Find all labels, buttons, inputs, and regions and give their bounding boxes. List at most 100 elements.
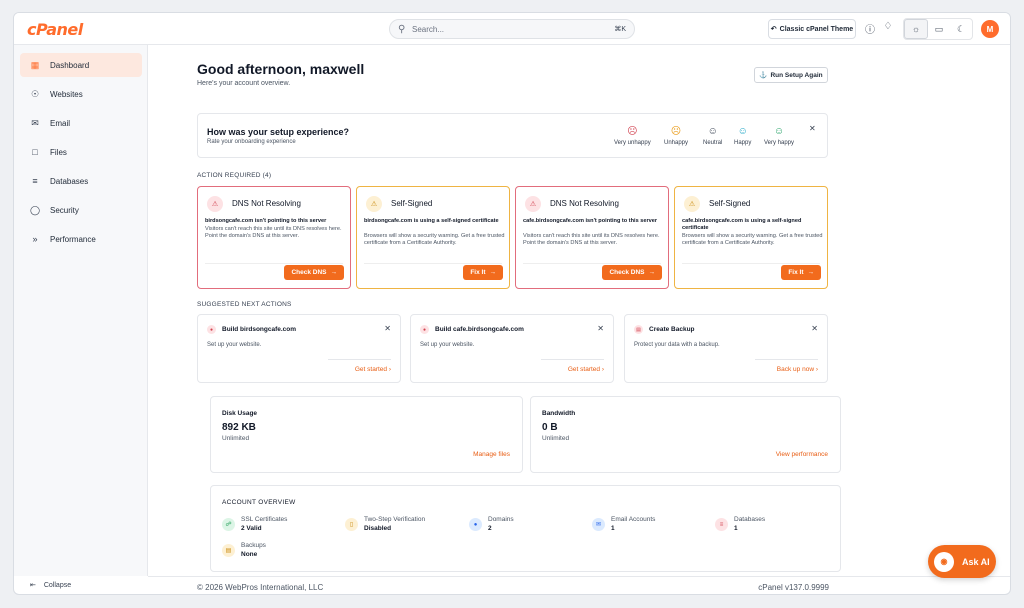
sidebar-item-label: Dashboard: [50, 60, 90, 70]
bandwidth-card: Bandwidth 0 B Unlimited View performance: [530, 396, 841, 473]
divider: [523, 263, 661, 264]
fix-it-button[interactable]: Fix It →: [781, 265, 821, 280]
close-icon[interactable]: ✕: [384, 324, 391, 333]
very-happy-face-icon: ☺: [773, 126, 785, 137]
bell-icon[interactable]: ♢: [881, 21, 895, 32]
arrow-right-icon: →: [648, 269, 656, 276]
sidebar-item-label: Performance: [50, 234, 96, 244]
bandwidth-label: Bandwidth: [542, 410, 576, 417]
sidebar-item-performance[interactable]: » Performance: [20, 227, 142, 251]
collapse-button[interactable]: ⇤ Collapse: [30, 581, 72, 590]
version: cPanel v137.0.9999: [758, 583, 829, 592]
check-dns-button[interactable]: Check DNS →: [284, 265, 344, 280]
suggested-card-title: Create Backup: [649, 326, 695, 333]
sidebar-item-email[interactable]: ✉ Email: [20, 111, 142, 135]
action-card-body: Visitors can't reach this site until its…: [205, 226, 342, 239]
sidebar-item-databases[interactable]: ≡ Databases: [20, 169, 142, 193]
manage-files-link[interactable]: Manage files: [473, 451, 510, 458]
rating-very-unhappy[interactable]: ☹ Very unhappy: [614, 126, 651, 146]
sidebar-item-dashboard[interactable]: ▦ Dashboard: [20, 53, 142, 77]
monitor-icon[interactable]: ▭: [928, 19, 950, 39]
suggested-card-desc: Protect your data with a backup.: [634, 342, 720, 348]
fast-forward-icon: »: [32, 234, 38, 244]
sidebar-item-label: Security: [50, 205, 79, 215]
search-input[interactable]: ⚲ Search... ⌘K: [389, 19, 635, 39]
get-started-link[interactable]: Get started ›: [355, 366, 391, 373]
suggested-card-desc: Set up your website.: [207, 342, 262, 348]
chevron-right-icon: ›: [815, 366, 818, 373]
action-card-title: Self-Signed: [391, 199, 433, 208]
database-icon: ≡: [715, 518, 728, 531]
unhappy-face-icon: ☹: [670, 126, 682, 137]
action-card-body: Browsers will show a security warning. G…: [364, 233, 505, 246]
neutral-face-icon: ☺: [707, 126, 718, 137]
collapse-label: Collapse: [43, 581, 72, 589]
sidebar-item-files[interactable]: □ Files: [20, 140, 142, 164]
sun-icon[interactable]: ☼: [904, 19, 928, 39]
globe-icon: ●: [420, 325, 429, 334]
globe-icon: ●: [207, 325, 216, 334]
app-window: cPanel ⚲ Search... ⌘K ↶ Classic cPanel T…: [13, 12, 1011, 595]
rating-very-happy[interactable]: ☺ Very happy: [764, 126, 794, 146]
close-icon[interactable]: ✕: [597, 324, 604, 333]
view-performance-link[interactable]: View performance: [776, 451, 828, 458]
rating-happy[interactable]: ☺ Happy: [734, 126, 751, 146]
help-icon[interactable]: ⓘ: [863, 21, 877, 36]
search-placeholder: Search...: [412, 25, 445, 34]
happy-face-icon: ☺: [737, 126, 748, 137]
close-icon[interactable]: ✕: [809, 124, 816, 133]
account-overview-label: ACCOUNT OVERVIEW: [222, 499, 296, 506]
ask-ai-button[interactable]: ◉ Ask AI: [928, 545, 996, 578]
feedback-subtitle: Rate your onboarding experience: [207, 139, 296, 145]
back-arrow-icon: ↶: [770, 26, 777, 33]
backup-icon: ▤: [634, 325, 643, 334]
action-card: ⚠ DNS Not Resolving birdsongcafe.com isn…: [197, 186, 351, 289]
page-title: Good afternoon, maxwell: [197, 61, 365, 77]
divider: [364, 263, 502, 264]
alert-icon: ⚠: [525, 196, 541, 212]
divider: [328, 359, 391, 360]
rating-neutral[interactable]: ☺ Neutral: [703, 126, 722, 146]
arrow-right-icon: →: [489, 269, 497, 276]
sidebar-item-label: Email: [50, 118, 71, 128]
sidebar-item-websites[interactable]: ☉ Websites: [20, 82, 142, 106]
account-overview-card: ACCOUNT OVERVIEW ☍ SSL Certificates 2 Va…: [210, 485, 841, 572]
sidebar-item-label: Files: [50, 147, 67, 157]
cpanel-logo[interactable]: cPanel: [27, 20, 83, 39]
run-setup-button[interactable]: ⚓ Run Setup Again: [754, 67, 828, 83]
arrow-right-icon: →: [330, 269, 338, 276]
back-up-now-link[interactable]: Back up now ›: [777, 366, 818, 373]
action-required-label: ACTION REQUIRED (4): [197, 172, 272, 179]
suggested-card-title: Build cafe.birdsongcafe.com: [435, 326, 524, 333]
disk-usage-label: Disk Usage: [222, 410, 258, 417]
chevron-right-icon: ›: [388, 366, 391, 373]
chat-icon: ◉: [934, 551, 954, 572]
avatar[interactable]: M: [981, 20, 999, 38]
globe-icon: ☉: [30, 88, 40, 99]
database-icon: ≡: [32, 176, 38, 186]
divider: [205, 263, 343, 264]
disk-usage-card: Disk Usage 892 KB Unlimited Manage files: [210, 396, 523, 473]
divider: [541, 359, 604, 360]
sidebar-item-security[interactable]: ◯ Security: [20, 198, 142, 222]
get-started-link[interactable]: Get started ›: [568, 366, 604, 373]
check-dns-button[interactable]: Check DNS →: [602, 265, 662, 280]
action-card-title: DNS Not Resolving: [232, 199, 301, 208]
action-card: ⚠ DNS Not Resolving cafe.birdsongcafe.co…: [515, 186, 669, 289]
fix-it-button[interactable]: Fix It →: [463, 265, 503, 280]
suggested-card: ● Build cafe.birdsongcafe.com ✕ Set up y…: [410, 314, 614, 383]
classic-theme-button[interactable]: ↶ Classic cPanel Theme: [768, 19, 856, 39]
classic-theme-label: Classic cPanel Theme: [779, 25, 854, 33]
alert-icon: ⚠: [207, 196, 223, 212]
rating-unhappy[interactable]: ☹ Unhappy: [664, 126, 688, 146]
copyright: © 2026 WebPros International, LLC: [197, 583, 324, 592]
page-subtitle: Here's your account overview.: [197, 80, 291, 87]
divider: [755, 359, 818, 360]
shield-icon: ◯: [30, 204, 41, 215]
action-card-heading: birdsongcafe.com is using a self-signed …: [364, 218, 499, 224]
close-icon[interactable]: ✕: [811, 324, 818, 333]
disk-usage-limit: Unlimited: [222, 435, 250, 442]
search-shortcut: ⌘K: [614, 26, 626, 33]
moon-icon[interactable]: ☾: [950, 19, 972, 39]
sidebar: ▦ Dashboard ☉ Websites ✉ Email □ Files ≡…: [14, 45, 148, 589]
